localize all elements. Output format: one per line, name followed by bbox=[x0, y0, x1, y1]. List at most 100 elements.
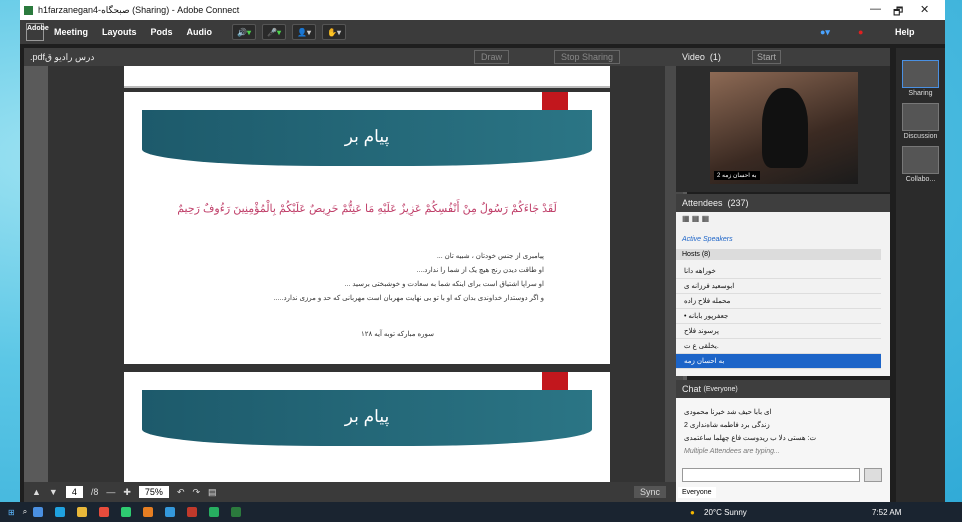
slide-banner: پیام بر bbox=[142, 110, 592, 166]
search-icon[interactable]: ⌕ bbox=[23, 507, 27, 517]
start-webcam-button[interactable]: Start bbox=[752, 50, 782, 64]
video-count: (1) bbox=[709, 52, 721, 62]
slide-reference: سوره مبارکه توبه آیه ۱۲۸ bbox=[361, 331, 434, 338]
windows-taskbar: ⊞ ⌕ ● 20°C Sunny 7:52 AM bbox=[0, 502, 962, 522]
app-icon bbox=[24, 5, 33, 15]
taskview-icon[interactable] bbox=[33, 507, 44, 517]
rotate-right-icon[interactable]: ↷ bbox=[192, 487, 200, 498]
app-icon[interactable] bbox=[165, 507, 176, 517]
webcam-icon: 👤▾ bbox=[297, 27, 311, 37]
app-icon[interactable] bbox=[121, 507, 132, 517]
chat-header: Chat (Everyone) bbox=[676, 380, 890, 398]
layout-label: Discussion bbox=[903, 133, 938, 140]
edge-icon[interactable] bbox=[55, 507, 66, 517]
camera-button[interactable]: 👤▾ bbox=[292, 24, 316, 40]
share-pod: .pdfدرس رادیو ق Draw Stop Sharing پیام ب… bbox=[24, 48, 687, 502]
presenter-silhouette bbox=[762, 88, 808, 168]
clock[interactable]: 7:52 AM bbox=[872, 508, 901, 517]
slide-page-prev bbox=[124, 66, 610, 88]
chrome-icon[interactable] bbox=[99, 507, 110, 517]
hosts-group[interactable]: Hosts (8) bbox=[676, 249, 881, 260]
chat-tab-everyone[interactable]: Everyone bbox=[678, 487, 716, 498]
document-title: .pdfدرس رادیو ق bbox=[30, 51, 95, 62]
layout-label: Sharing bbox=[908, 90, 933, 97]
zoom-select[interactable]: 75% bbox=[138, 486, 169, 498]
layout-thumb-sharing[interactable] bbox=[902, 60, 939, 88]
stop-sharing-button[interactable]: Stop Sharing bbox=[554, 50, 621, 64]
list-item[interactable]: • جعفرپور بابانه bbox=[676, 309, 881, 324]
list-item[interactable]: یخلقی ع ت. bbox=[676, 339, 881, 354]
layout-label: Collabo... bbox=[905, 176, 936, 183]
slide-title: پیام بر bbox=[344, 127, 390, 146]
microphone-icon: 🎤▾ bbox=[267, 27, 282, 37]
page-up-icon[interactable]: ▲ bbox=[32, 487, 41, 497]
status-icon[interactable]: ●▾ bbox=[820, 27, 830, 38]
weather-text[interactable]: 20°C Sunny bbox=[704, 508, 747, 517]
whatsapp-icon[interactable] bbox=[209, 507, 220, 517]
active-speakers: Active Speakers bbox=[682, 236, 733, 243]
fit-icon[interactable]: ▤ bbox=[208, 487, 217, 498]
mic-button[interactable]: 🎤▾ bbox=[262, 24, 287, 40]
raise-hand-button[interactable]: ✋▾ bbox=[322, 24, 346, 40]
window-title: h1farzanegan4-صبحگاه (Sharing) - Adobe C… bbox=[38, 4, 240, 15]
app-icon[interactable] bbox=[143, 507, 154, 517]
draw-button[interactable]: Draw bbox=[474, 50, 510, 64]
close-button[interactable]: ✕ bbox=[920, 3, 929, 16]
app-icon[interactable] bbox=[187, 507, 198, 517]
start-icon[interactable]: ⊞ bbox=[8, 508, 15, 517]
slide-page-next: پیام بر bbox=[124, 372, 610, 482]
list-item[interactable]: پرسوند فلاح bbox=[676, 324, 881, 339]
chat-scope: (Everyone) bbox=[703, 385, 738, 393]
menu-audio[interactable]: Audio bbox=[187, 27, 213, 37]
video-pod-header: Video (1) Start bbox=[676, 48, 890, 66]
explorer-icon[interactable] bbox=[77, 507, 88, 517]
slide-page: پیام بر لَقَدْ جَاءَکُمْ رَسُولٌ مِنْ أَ… bbox=[124, 92, 610, 364]
layouts-bar: Sharing Discussion Collabo... bbox=[896, 48, 945, 502]
zoom-out-icon[interactable]: — bbox=[106, 487, 115, 497]
video-pod: Video (1) Start 2 به احسان زمه bbox=[676, 48, 890, 192]
list-item[interactable]: خوراهه دانا bbox=[676, 264, 881, 279]
attendees-title: Attendees bbox=[682, 198, 723, 208]
menu-pods[interactable]: Pods bbox=[151, 27, 173, 37]
speaker-icon: 🔊▾ bbox=[237, 27, 252, 37]
page-down-icon[interactable]: ▼ bbox=[49, 487, 58, 497]
video-title: Video bbox=[682, 52, 705, 62]
page-number-input[interactable]: 4 bbox=[65, 486, 83, 498]
layout-thumb-collaboration[interactable] bbox=[902, 146, 939, 174]
attendees-count: (237) bbox=[727, 198, 749, 208]
hand-icon: ✋▾ bbox=[327, 27, 341, 37]
webcam-caption: 2 به احسان زمه bbox=[714, 171, 760, 180]
help-menu[interactable]: Help bbox=[895, 27, 915, 37]
page-total: /8 bbox=[90, 487, 99, 497]
chat-message: 2 زندگی برد فاطمه شاه‌نداری bbox=[684, 422, 770, 429]
list-item-selected[interactable]: به احسان زمه bbox=[676, 354, 881, 369]
typing-indicator: Multiple Attendees are typing... bbox=[684, 448, 780, 455]
rotate-left-icon[interactable]: ↶ bbox=[177, 487, 185, 498]
share-pod-header: .pdfدرس رادیو ق Draw Stop Sharing bbox=[24, 48, 687, 66]
title-bar: h1farzanegan4-صبحگاه (Sharing) - Adobe C… bbox=[20, 0, 945, 20]
adobe-connect-icon[interactable] bbox=[231, 507, 242, 517]
send-icon[interactable] bbox=[864, 468, 882, 482]
webcam-feed: 2 به احسان زمه bbox=[710, 72, 858, 184]
attendees-header: Attendees (237) bbox=[676, 194, 890, 212]
slide-text: پیامبری از جنس خودتان ، شبیه تان ... او … bbox=[244, 250, 544, 306]
menu-meeting[interactable]: Meeting bbox=[54, 27, 88, 37]
sync-button[interactable]: Sync bbox=[634, 486, 667, 498]
record-icon[interactable]: ● bbox=[858, 27, 863, 37]
document-toolbar: ▲ ▼ 4 /8 — ✚ 75% ↶ ↷ ▤ Sync bbox=[24, 482, 687, 502]
slide-line: او طاقت دیدن رنج هیچ یک از شما را ندارد.… bbox=[416, 267, 544, 274]
zoom-in-icon[interactable]: ✚ bbox=[123, 487, 131, 498]
view-toggle-icons[interactable]: ▦ ▦ ▦ bbox=[682, 214, 709, 223]
list-item[interactable]: ابوسعید فرزانه ی bbox=[676, 279, 881, 294]
menu-layouts[interactable]: Layouts bbox=[102, 27, 137, 37]
chat-pod: Chat (Everyone) ای بابا حیف شد خیرنا محم… bbox=[676, 380, 890, 502]
minimize-button[interactable]: — bbox=[870, 3, 881, 15]
chat-title: Chat bbox=[682, 384, 702, 394]
attendee-list: خوراهه دانا ابوسعید فرزانه ی محمله فلاح … bbox=[676, 264, 881, 369]
chat-input[interactable] bbox=[682, 468, 860, 482]
document-view[interactable]: پیام بر لَقَدْ جَاءَکُمْ رَسُولٌ مِنْ أَ… bbox=[48, 66, 665, 482]
speaker-button[interactable]: 🔊▾ bbox=[232, 24, 257, 40]
list-item[interactable]: محمله فلاح زاده bbox=[676, 294, 881, 309]
layout-thumb-discussion[interactable] bbox=[902, 103, 939, 131]
chat-messages: ای بابا حیف شد خیرنا محمودی 2 زندگی برد … bbox=[684, 406, 816, 458]
